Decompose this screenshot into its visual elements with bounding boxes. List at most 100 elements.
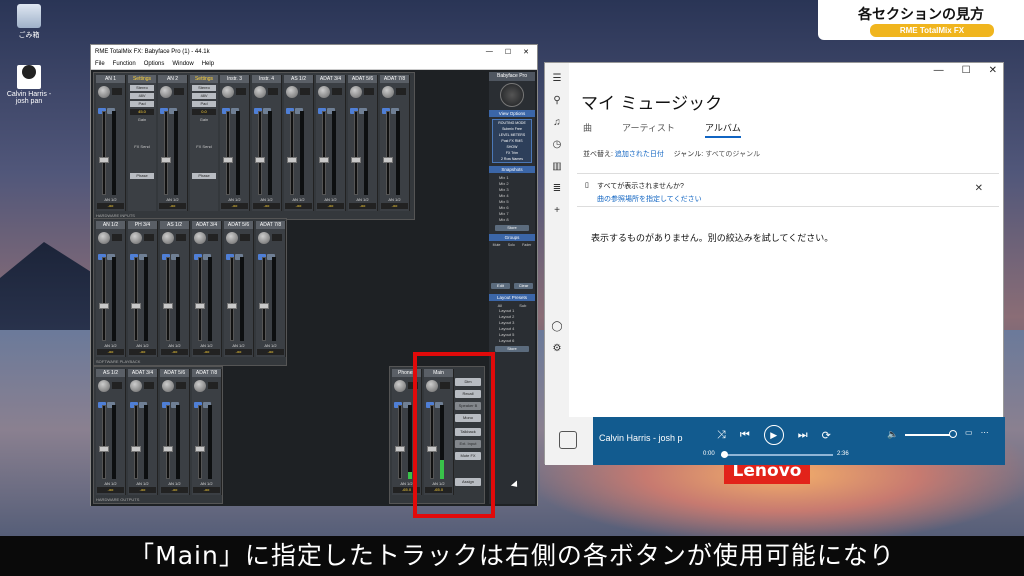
pan-knob[interactable] [160,86,172,98]
album-art[interactable] [545,417,593,465]
routing-label[interactable]: AN 1/2 [158,197,187,202]
routing-label[interactable]: AN 1/2 [192,343,221,348]
close-icon[interactable]: ✕ [989,65,997,76]
channel-strip[interactable]: AN 2 AN 1/2 -oo [158,75,188,211]
routing-label[interactable]: AN 1/2 [96,197,125,202]
volume-icon[interactable]: 🔈 [887,429,898,440]
fader-cap[interactable] [131,303,141,310]
layout-store-button[interactable]: Store [495,346,529,352]
routing-label[interactable]: AN 1/2 [252,197,281,202]
channel-name[interactable]: AN 1 [96,75,125,83]
settings-gear-icon[interactable]: ⚙ [551,343,563,355]
channel-name[interactable]: ADAT 3/4 [192,221,221,229]
volume-fader[interactable] [262,257,266,341]
settings-button[interactable]: Pad [192,101,216,107]
add-icon[interactable]: + [551,205,563,217]
fader-cap[interactable] [351,157,361,164]
maximize-icon[interactable]: ☐ [505,48,511,56]
settings-button[interactable]: 48V [192,93,216,99]
recent-icon[interactable]: ◷ [551,139,563,151]
rms-option[interactable]: RMS [515,139,523,143]
fader-cap[interactable] [255,157,265,164]
phase-button[interactable]: Phase [130,173,154,179]
routing-label[interactable]: AN 1/2 [160,343,189,348]
groups-header[interactable]: Groups [489,234,535,241]
tab-albums[interactable]: アルバム [704,121,741,138]
channel-name[interactable]: ADAT 7/8 [256,221,285,229]
fader-cap[interactable] [227,303,237,310]
channel-strip[interactable]: AN 1/2 AN 1/2 -oo [96,221,126,357]
volume-fader[interactable] [258,111,262,195]
pan-knob[interactable] [350,86,362,98]
settings-button[interactable]: 48V [130,93,154,99]
more-icon[interactable]: ⋯ [981,428,989,437]
routing-label[interactable]: AN 1/2 [128,343,157,348]
volume-fader[interactable] [102,257,106,341]
routing-label[interactable]: AN 1/2 [128,481,157,486]
volume-fader[interactable] [354,111,358,195]
channel-strip[interactable]: ADAT 3/4 AN 1/2 -oo [128,369,158,495]
routing-label[interactable]: AN 1/2 [348,197,377,202]
sort-dropdown[interactable]: 追加された日付 [615,151,664,158]
channel-name[interactable]: AN 2 [158,75,187,83]
layout-tab-sub[interactable]: Sub [519,303,526,308]
fader-cap[interactable] [259,303,269,310]
playlist-icon[interactable]: ≣ [551,183,563,195]
show-fx-option[interactable]: FX [506,151,510,155]
channel-strip[interactable]: AS 1/2 AN 1/2 -oo [284,75,314,211]
volume-fader[interactable] [134,405,138,479]
settings-button[interactable]: Stereo [192,85,216,91]
routing-label[interactable]: AN 1/2 [380,197,409,202]
channel-name[interactable]: ADAT 5/6 [160,369,189,377]
post-fx-option[interactable]: Post FX [501,139,513,143]
previous-icon[interactable]: ⏮ [740,429,750,442]
close-icon[interactable]: ✕ [975,183,983,194]
channel-name[interactable]: AS 1/2 [96,369,125,377]
volume-handle[interactable] [949,430,957,438]
routing-label[interactable]: AN 1/2 [316,197,345,202]
channel-strip[interactable]: AS 1/2 AN 1/2 -oo [96,369,126,495]
fader-cap[interactable] [161,157,171,164]
device-name[interactable]: Babyface Pro [489,72,535,81]
mini-player-icon[interactable]: ▭ [965,428,973,437]
volume-fader[interactable] [166,257,170,341]
volume-fader[interactable] [290,111,294,195]
account-icon[interactable]: ◯ [551,321,563,333]
maximize-icon[interactable]: ☐ [962,65,971,76]
channel-strip[interactable]: ADAT 5/6 AN 1/2 -oo [348,75,378,211]
progress-bar[interactable] [721,454,833,456]
phase-button[interactable]: Phase [192,173,216,179]
volume-fader[interactable] [134,257,138,341]
clear-button[interactable]: Clear [514,283,533,289]
main-knob[interactable] [500,83,524,107]
channel-strip[interactable]: Instr. 4 AN 1/2 -oo [252,75,282,211]
volume-fader[interactable] [386,111,390,195]
channel-name[interactable]: Instr. 4 [252,75,281,83]
channel-strip[interactable]: ADAT 7/8 AN 1/2 -oo [256,221,286,357]
routing-label[interactable]: AN 1/2 [96,481,125,486]
play-button[interactable]: ▶ [763,425,784,445]
menu-window[interactable]: Window [172,61,193,67]
channel-name[interactable]: ADAT 5/6 [348,75,377,83]
routing-label[interactable]: AN 1/2 [220,197,249,202]
routing-label[interactable]: AN 1/2 [224,343,253,348]
free-option[interactable]: Free [515,127,522,131]
view-options-header[interactable]: View Options [489,110,535,117]
music-note-icon[interactable]: ♫ [551,117,563,129]
channel-name[interactable]: Instr. 3 [220,75,249,83]
settings-label[interactable]: Settings [190,75,218,83]
volume-fader[interactable] [322,111,326,195]
fader-cap[interactable] [287,157,297,164]
store-button[interactable]: Store [495,225,529,231]
volume-fader[interactable] [198,405,202,479]
snapshot-item[interactable]: Mix 8 [489,217,535,223]
shuffle-icon[interactable]: ⤨ [717,429,726,442]
next-icon[interactable]: ⏭ [798,429,808,442]
volume-slider[interactable] [905,434,951,436]
submix-option[interactable]: Submix [502,127,514,131]
channel-strip[interactable]: AS 1/2 AN 1/2 -oo [160,221,190,357]
channel-strip[interactable]: ADAT 7/8 AN 1/2 -oo [380,75,410,211]
routing-label[interactable]: AN 1/2 [96,343,125,348]
close-icon[interactable]: ✕ [523,48,529,56]
channel-strip[interactable]: ADAT 5/6 AN 1/2 -oo [224,221,254,357]
